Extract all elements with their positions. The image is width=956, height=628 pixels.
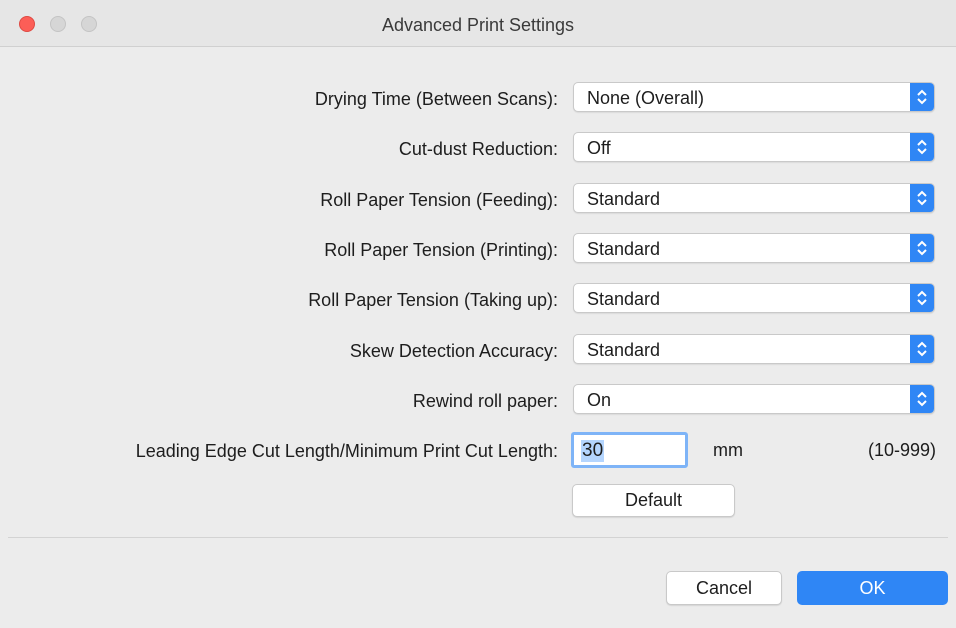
title-bar: Advanced Print Settings [0, 0, 956, 47]
cut-length-input[interactable]: 30 [571, 432, 688, 468]
cancel-button[interactable]: Cancel [666, 571, 782, 605]
tension-feeding-select[interactable]: Standard [573, 183, 935, 213]
popup-stepper-icon [910, 385, 934, 413]
skew-detection-label: Skew Detection Accuracy: [349, 341, 558, 361]
tension-taking-up-value: Standard [587, 289, 661, 309]
divider [8, 537, 948, 538]
popup-stepper-icon [910, 234, 934, 262]
window-title: Advanced Print Settings [381, 15, 575, 35]
drying-time-label: Drying Time (Between Scans): [314, 89, 558, 109]
tension-taking-up-select[interactable]: Standard [573, 283, 935, 313]
default-button[interactable]: Default [572, 484, 735, 517]
drying-time-value: None (Overall) [587, 88, 705, 108]
cut-dust-reduction-value: Off [587, 138, 611, 158]
tension-printing-label: Roll Paper Tension (Printing): [324, 240, 558, 260]
popup-stepper-icon [910, 184, 934, 212]
skew-detection-value: Standard [587, 340, 661, 360]
popup-stepper-icon [910, 133, 934, 161]
cut-dust-reduction-label: Cut-dust Reduction: [398, 139, 558, 159]
tension-feeding-label: Roll Paper Tension (Feeding): [320, 190, 558, 210]
cut-dust-reduction-select[interactable]: Off [573, 132, 935, 162]
rewind-roll-paper-value: On [587, 390, 612, 410]
cut-length-value: 30 [581, 440, 605, 462]
tension-feeding-value: Standard [587, 189, 661, 209]
cut-length-unit: mm [713, 440, 743, 460]
rewind-roll-paper-label: Rewind roll paper: [412, 391, 558, 411]
cut-length-range: (10-999) [867, 440, 936, 460]
popup-stepper-icon [910, 83, 934, 111]
tension-printing-value: Standard [587, 239, 661, 259]
drying-time-select[interactable]: None (Overall) [573, 82, 935, 112]
ok-button[interactable]: OK [797, 571, 948, 605]
tension-taking-up-label: Roll Paper Tension (Taking up): [308, 290, 558, 310]
popup-stepper-icon [910, 335, 934, 363]
rewind-roll-paper-select[interactable]: On [573, 384, 935, 414]
cut-length-label: Leading Edge Cut Length/Minimum Print Cu… [135, 441, 558, 461]
skew-detection-select[interactable]: Standard [573, 334, 935, 364]
popup-stepper-icon [910, 284, 934, 312]
tension-printing-select[interactable]: Standard [573, 233, 935, 263]
